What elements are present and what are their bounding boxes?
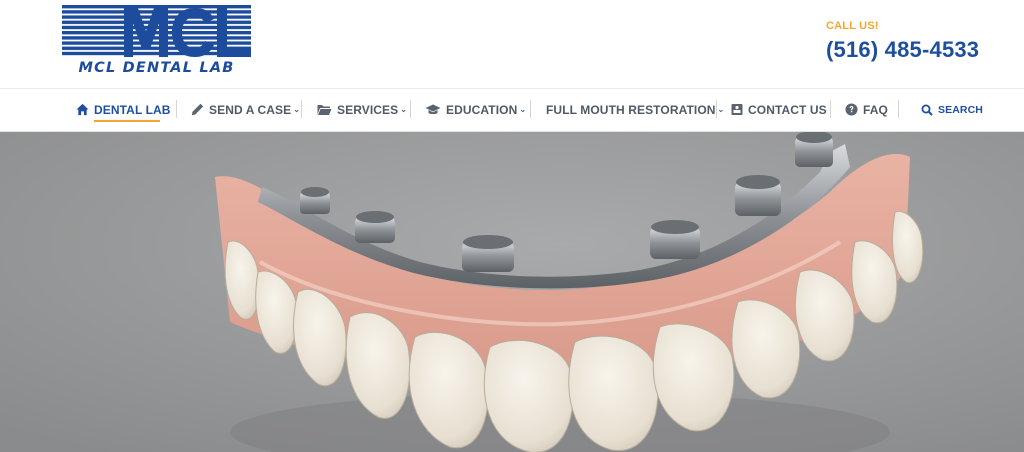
phone-number-link[interactable]: (516) 485-4533 [826, 37, 979, 63]
nav-item-services[interactable]: SERVICES ⌄ [317, 88, 407, 131]
home-icon [76, 103, 89, 116]
nav-divider [716, 100, 717, 118]
nav-label: FAQ [863, 102, 888, 117]
nav-item-education[interactable]: EDUCATION ⌄ [425, 88, 526, 131]
nav-item-send-a-case[interactable]: SEND A CASE ⌄ [191, 88, 300, 131]
nav-divider [410, 100, 411, 118]
nav-item-contact-us[interactable]: CONTACT US [731, 88, 827, 131]
nav-divider [176, 100, 177, 118]
chevron-down-icon: ⌄ [717, 105, 725, 114]
logo-subtitle: MCL DENTAL LAB [78, 60, 235, 76]
nav-divider [301, 100, 302, 118]
pencil-icon [191, 103, 204, 116]
nav-divider [898, 100, 899, 118]
search-icon [921, 104, 933, 116]
site-header: MCL DENTAL LAB CALL US! (516) 485-4533 [0, 0, 1024, 88]
nav-label: EDUCATION [446, 102, 518, 117]
mcl-logo-mark [62, 5, 251, 57]
search-label: SEARCH [938, 103, 983, 116]
chevron-down-icon: ⌄ [400, 105, 408, 114]
nav-divider [530, 100, 531, 118]
call-us-label: CALL US! [826, 20, 879, 32]
search-button[interactable]: SEARCH [921, 88, 983, 131]
contact-card-icon [731, 104, 743, 115]
nav-label: SEND A CASE [209, 102, 292, 117]
active-underline [94, 120, 160, 122]
nav-item-full-mouth-restoration[interactable]: FULL MOUTH RESTORATION ⌄ [546, 88, 724, 131]
folder-icon [317, 105, 332, 115]
graduation-cap-icon [425, 104, 441, 115]
nav-divider [830, 100, 831, 118]
nav-label: CONTACT US [748, 102, 827, 117]
nav-label: SERVICES [337, 102, 399, 117]
question-circle-icon [845, 103, 858, 116]
chevron-down-icon: ⌄ [519, 105, 527, 114]
nav-label: FULL MOUTH RESTORATION [546, 102, 716, 117]
nav-item-dental-lab[interactable]: DENTAL LAB [76, 88, 171, 131]
nav-item-faq[interactable]: FAQ [845, 88, 888, 131]
mcl-logo[interactable]: MCL DENTAL LAB [60, 5, 253, 77]
chevron-down-icon: ⌄ [293, 105, 301, 114]
implant-supported-denture-photo [0, 132, 1024, 452]
nav-label: DENTAL LAB [94, 102, 171, 117]
hero-banner [0, 132, 1024, 452]
